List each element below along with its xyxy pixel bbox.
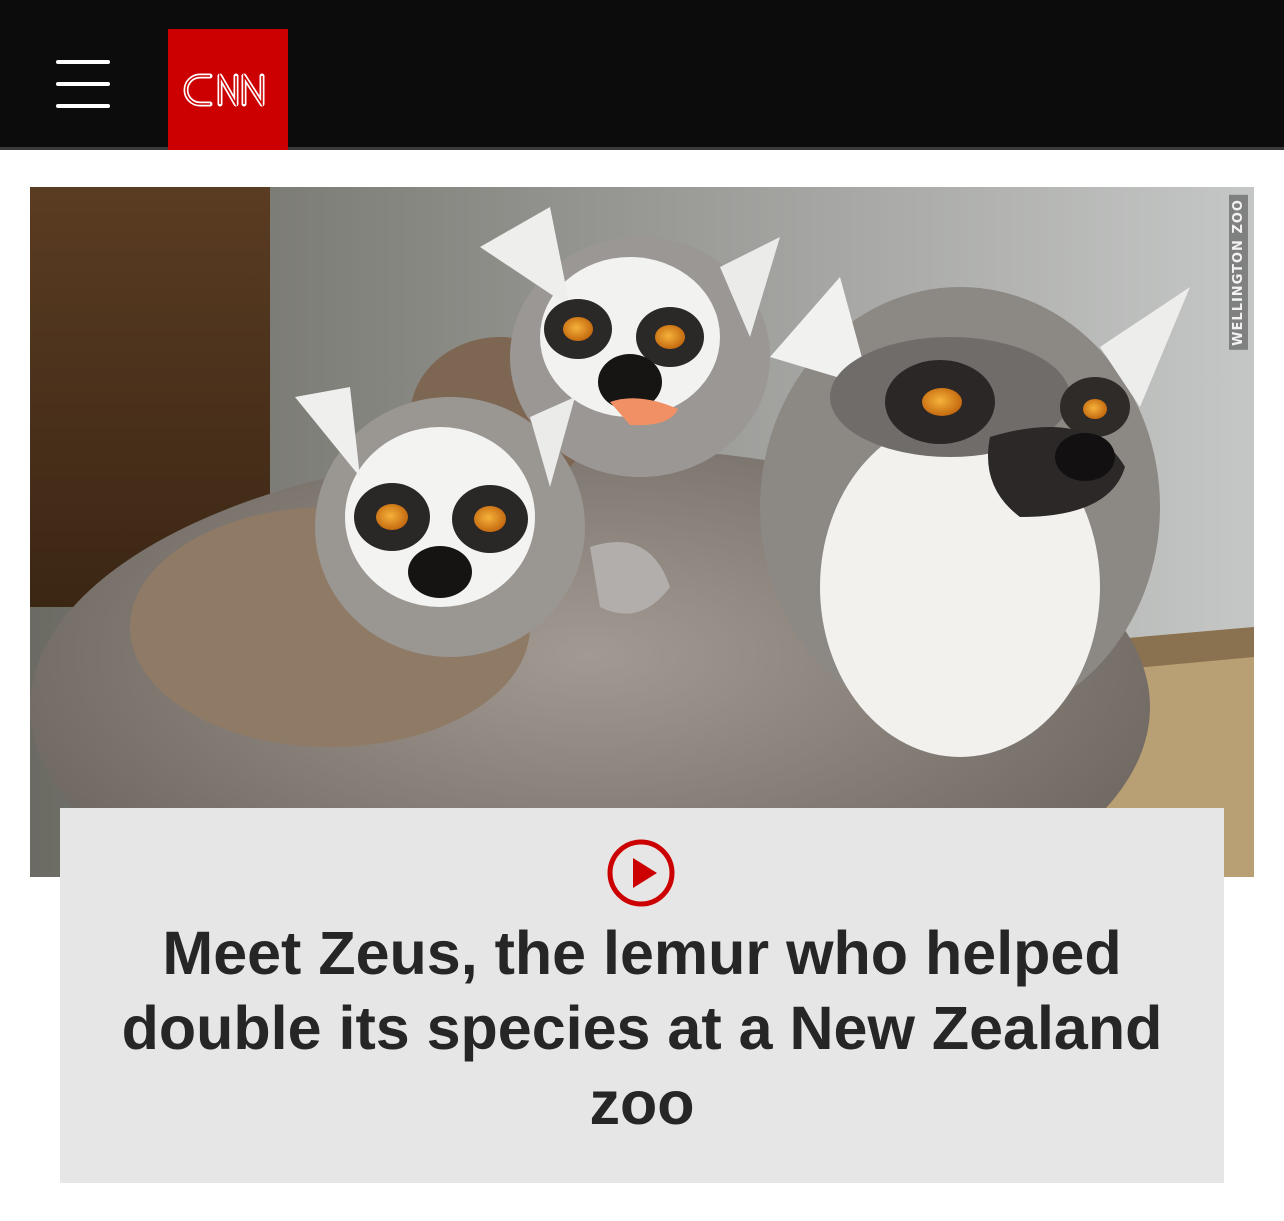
lemur-photo-illustration bbox=[30, 187, 1254, 877]
video-caption-card[interactable]: Meet Zeus, the lemur who helped double i… bbox=[60, 808, 1224, 1183]
cnn-logo[interactable] bbox=[168, 29, 288, 150]
article-headline[interactable]: Meet Zeus, the lemur who helped double i… bbox=[100, 916, 1184, 1141]
top-nav-bar bbox=[0, 0, 1284, 150]
hamburger-menu-icon[interactable] bbox=[56, 60, 112, 112]
page: WELLINGTON ZOO Meet Zeus, the lemur who … bbox=[0, 0, 1284, 1221]
play-circle-icon[interactable] bbox=[606, 838, 676, 908]
hero-lemur-photo[interactable]: WELLINGTON ZOO bbox=[30, 187, 1254, 877]
photo-credit: WELLINGTON ZOO bbox=[1229, 195, 1248, 350]
